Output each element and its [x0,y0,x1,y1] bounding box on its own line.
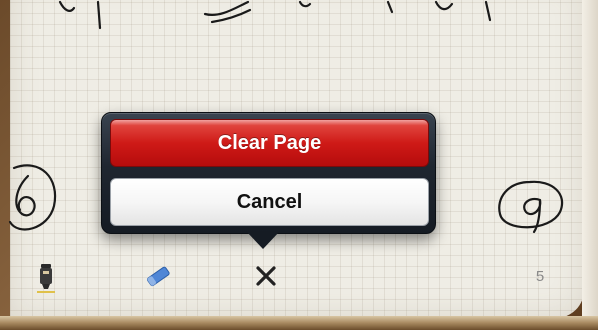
circled-digit-stroke [15,174,36,217]
circled-digit-stroke [498,180,564,229]
ink-stroke [484,0,492,22]
clear-page-button[interactable]: Clear Page [110,119,429,167]
ink-stroke [96,0,102,30]
marker-icon [37,264,55,293]
marker-tool-button[interactable] [28,260,64,296]
ink-stroke [298,0,312,8]
ink-stroke [210,8,252,24]
eraser-tool-button[interactable] [140,258,176,294]
eraser-icon [146,266,170,287]
close-icon [256,266,276,286]
ink-stroke [434,0,454,11]
ink-stroke [386,0,394,14]
notebook-screen: 5 Clear Page Cancel [0,0,598,330]
clear-page-popover: Clear Page Cancel [101,112,436,234]
clear-page-tool-button[interactable] [248,258,284,294]
page-number: 5 [535,268,545,285]
ink-stroke [58,0,76,12]
bottom-toolbar [0,250,598,300]
popover-arrow [246,231,280,249]
cancel-button[interactable]: Cancel [110,178,429,226]
